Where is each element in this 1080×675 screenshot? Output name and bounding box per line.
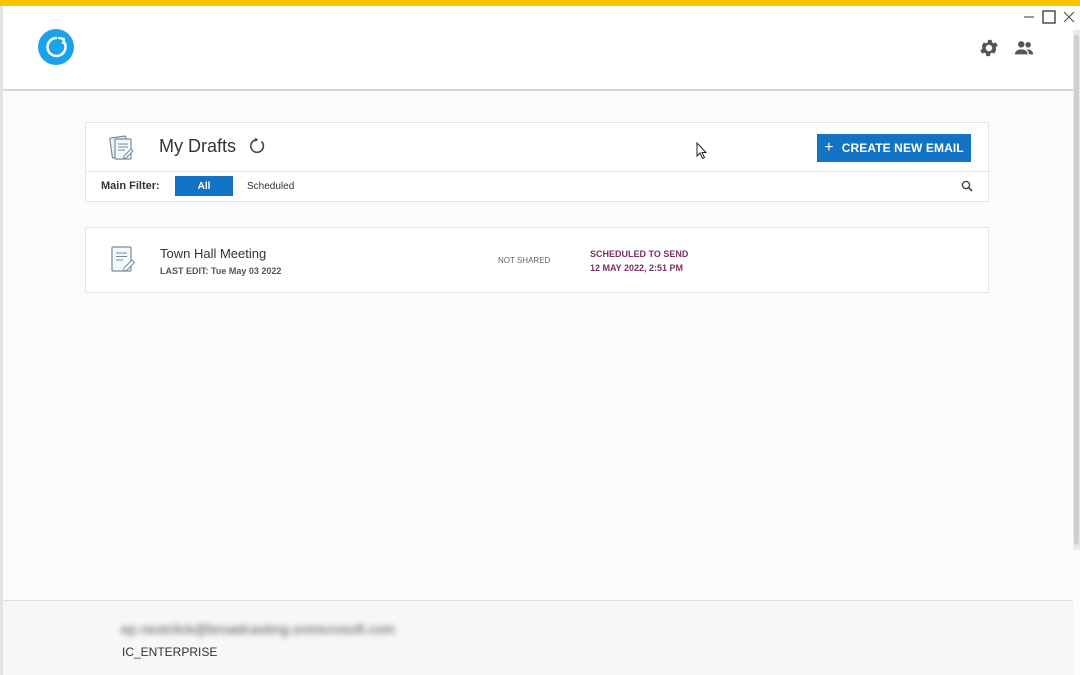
app-logo-icon <box>38 29 74 65</box>
account-email: ep.nextclick@broadcasting.onmicrosoft.co… <box>121 621 396 637</box>
filter-scheduled-tab[interactable]: Scheduled <box>247 181 294 192</box>
maximize-icon[interactable] <box>1042 10 1056 24</box>
filter-label: Main Filter: <box>101 180 160 192</box>
filter-bar: Main Filter: All Scheduled <box>86 172 988 201</box>
refresh-icon[interactable] <box>248 137 266 155</box>
search-icon[interactable] <box>961 180 973 192</box>
plus-icon: + <box>824 139 834 156</box>
minimize-icon[interactable] <box>1022 10 1036 24</box>
draft-row[interactable]: Town Hall Meeting LAST EDIT: Tue May 03 … <box>85 227 989 293</box>
draft-last-edit: LAST EDIT: Tue May 03 2022 <box>160 266 282 276</box>
drafts-panel: My Drafts + CREATE NEW EMAIL Main Filter… <box>85 122 989 202</box>
window-controls <box>1022 10 1076 24</box>
schedule-time: 12 MAY 2022, 2:51 PM <box>590 263 684 273</box>
filter-all-tab[interactable]: All <box>175 176 233 196</box>
draft-title: Town Hall Meeting <box>160 246 267 261</box>
account-plan: IC_ENTERPRISE <box>122 645 218 659</box>
page-title: My Drafts <box>159 136 237 156</box>
app-header <box>3 6 1073 91</box>
schedule-status: SCHEDULED TO SEND <box>590 249 689 259</box>
window-border <box>0 6 3 675</box>
draft-document-icon <box>111 246 136 272</box>
close-icon[interactable] <box>1062 10 1076 24</box>
drafts-icon <box>109 135 134 160</box>
share-status: NOT SHARED <box>498 256 551 265</box>
drafts-toolbar: My Drafts + CREATE NEW EMAIL <box>86 123 988 172</box>
create-new-email-label: CREATE NEW EMAIL <box>841 141 964 155</box>
gear-icon[interactable] <box>978 37 1000 59</box>
scrollbar-thumb[interactable] <box>1074 35 1079 545</box>
app-footer: ep.nextclick@broadcasting.onmicrosoft.co… <box>3 600 1073 675</box>
mouse-cursor-icon <box>696 142 708 160</box>
users-icon[interactable] <box>1012 37 1036 59</box>
create-new-email-button[interactable]: + CREATE NEW EMAIL <box>817 134 971 162</box>
